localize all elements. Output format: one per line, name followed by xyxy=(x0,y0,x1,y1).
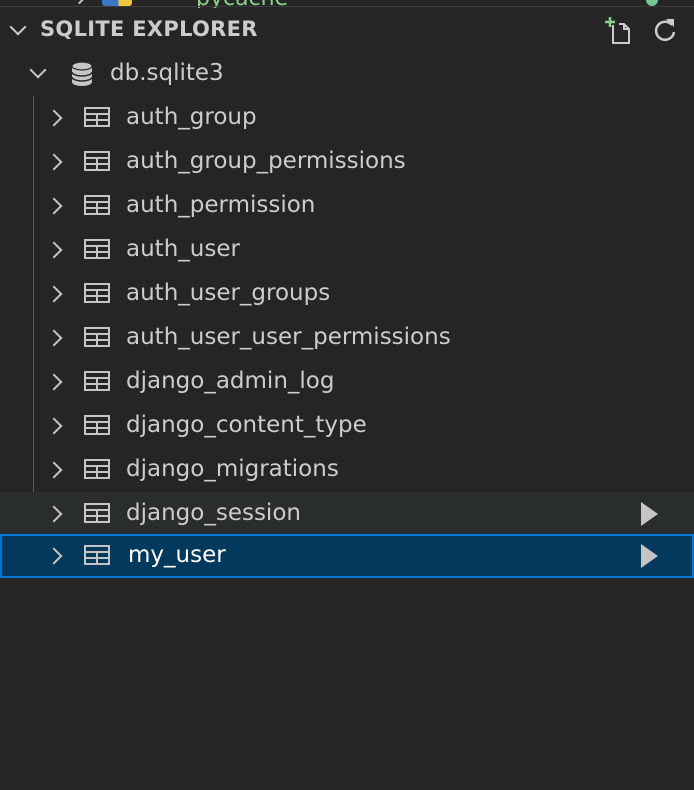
chevron-right-icon[interactable] xyxy=(45,373,63,391)
table-icon xyxy=(84,239,110,259)
sqlite-explorer-header[interactable]: SQLITE EXPLORER xyxy=(0,8,694,52)
tree-item-table[interactable]: django_admin_log xyxy=(0,360,694,404)
chevron-right-icon[interactable] xyxy=(45,329,63,347)
table-name: my_user xyxy=(128,542,226,568)
refresh-icon[interactable] xyxy=(650,16,680,46)
table-name: django_admin_log xyxy=(126,368,335,394)
tree-item-table[interactable]: my_user xyxy=(0,534,694,578)
table-name: auth_user_groups xyxy=(126,280,331,306)
tree-item-table[interactable]: django_content_type xyxy=(0,404,694,448)
tree-item-database[interactable]: db.sqlite3 xyxy=(0,52,694,96)
table-name: auth_user xyxy=(126,236,240,262)
table-icon xyxy=(84,195,110,215)
chevron-right-icon[interactable] xyxy=(45,461,63,479)
table-icon xyxy=(84,545,110,565)
tree-item-table[interactable]: auth_group xyxy=(0,96,694,140)
tree-item-table[interactable]: auth_permission xyxy=(0,184,694,228)
chevron-right-icon[interactable] xyxy=(45,505,63,523)
chevron-right-icon[interactable] xyxy=(45,153,63,171)
database-name: db.sqlite3 xyxy=(110,60,224,86)
chevron-right-icon[interactable] xyxy=(45,109,63,127)
chevron-down-icon[interactable] xyxy=(29,61,47,79)
chevron-right-icon[interactable] xyxy=(45,417,63,435)
play-icon[interactable] xyxy=(641,544,658,568)
tree-item-table[interactable]: auth_group_permissions xyxy=(0,140,694,184)
table-name: django_content_type xyxy=(126,412,367,438)
table-name: django_migrations xyxy=(126,456,339,482)
table-icon xyxy=(84,107,110,127)
table-icon xyxy=(84,503,110,523)
table-icon xyxy=(84,151,110,171)
chevron-right-icon xyxy=(71,0,88,5)
add-file-icon[interactable] xyxy=(604,16,634,46)
section-divider xyxy=(0,6,694,7)
tree-item-table[interactable]: auth_user_groups xyxy=(0,272,694,316)
chevron-down-icon[interactable] xyxy=(9,18,27,36)
table-icon xyxy=(84,415,110,435)
chevron-right-icon[interactable] xyxy=(45,197,63,215)
panel-title: SQLITE EXPLORER xyxy=(40,17,258,41)
play-icon[interactable] xyxy=(641,502,658,526)
table-name: auth_permission xyxy=(126,192,316,218)
table-name: auth_user_user_permissions xyxy=(126,324,451,350)
tree-item-table[interactable]: django_session xyxy=(0,492,694,536)
table-icon xyxy=(84,327,110,347)
tree-item-table[interactable]: django_migrations xyxy=(0,448,694,492)
chevron-right-icon[interactable] xyxy=(45,285,63,303)
table-name: auth_group_permissions xyxy=(126,148,406,174)
table-name: auth_group xyxy=(126,104,257,130)
chevron-right-icon[interactable] xyxy=(45,547,63,565)
table-name: django_session xyxy=(126,500,301,526)
database-icon xyxy=(70,60,94,88)
chevron-right-icon[interactable] xyxy=(45,241,63,259)
tree-item-table[interactable]: auth_user xyxy=(0,228,694,272)
table-icon xyxy=(84,459,110,479)
tree-item-table[interactable]: auth_user_user_permissions xyxy=(0,316,694,360)
table-icon xyxy=(84,283,110,303)
table-icon xyxy=(84,371,110,391)
